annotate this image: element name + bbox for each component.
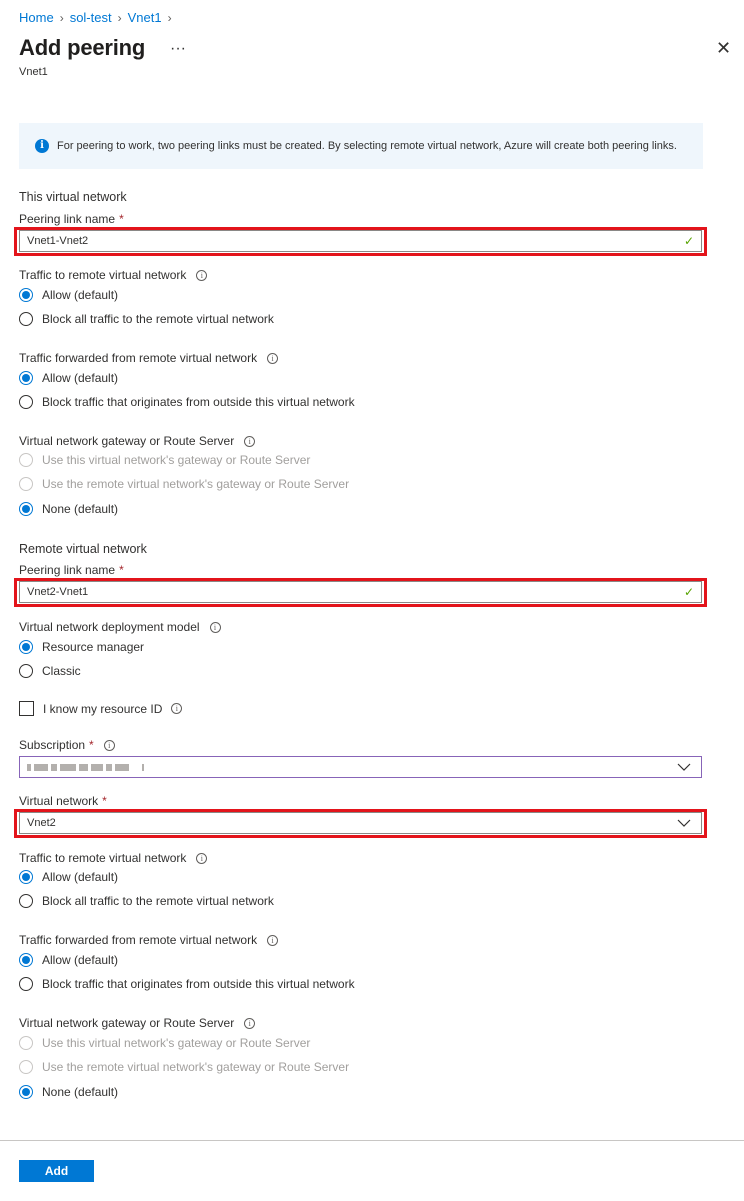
radio-allow[interactable]: Allow (default) xyxy=(19,288,118,302)
radio-use-this-gateway: Use this virtual network's gateway or Ro… xyxy=(19,1036,310,1050)
virtual-network-label: Virtual network * xyxy=(19,794,107,808)
radio-allow[interactable]: Allow (default) xyxy=(19,870,118,884)
radio-unselected-icon xyxy=(19,312,33,326)
info-icon: i xyxy=(35,139,49,153)
radio-unselected-icon xyxy=(19,894,33,908)
radio-selected-icon xyxy=(19,1085,33,1099)
resource-id-checkbox[interactable]: I know my resource ID i xyxy=(19,701,183,716)
breadcrumb-sol-test[interactable]: sol-test xyxy=(70,10,112,25)
peering-link-name-input[interactable]: Vnet1-Vnet2 ✓ xyxy=(19,230,702,252)
subscription-dropdown[interactable] xyxy=(19,756,702,778)
peering-link-name-label: Peering link name * xyxy=(19,212,124,226)
info-icon[interactable]: i xyxy=(209,621,221,633)
footer-divider xyxy=(0,1140,744,1141)
deployment-model-label: Virtual network deployment model i xyxy=(19,620,221,634)
radio-selected-icon xyxy=(19,288,33,302)
radio-none[interactable]: None (default) xyxy=(19,1085,118,1099)
radio-resource-manager[interactable]: Resource manager xyxy=(19,640,144,654)
radio-allow[interactable]: Allow (default) xyxy=(19,371,118,385)
gateway-label: Virtual network gateway or Route Server … xyxy=(19,434,256,448)
info-icon[interactable]: i xyxy=(244,1017,256,1029)
radio-unselected-icon xyxy=(19,395,33,409)
info-icon[interactable]: i xyxy=(171,703,183,714)
radio-allow[interactable]: Allow (default) xyxy=(19,953,118,967)
radio-use-remote-gateway: Use the remote virtual network's gateway… xyxy=(19,1060,349,1074)
chevron-right-icon: › xyxy=(117,10,122,25)
radio-disabled-icon xyxy=(19,453,33,467)
radio-selected-icon xyxy=(19,371,33,385)
close-icon[interactable]: ✕ xyxy=(716,38,731,59)
chevron-right-icon: › xyxy=(59,10,64,25)
section-this-virtual-network: This virtual network xyxy=(19,190,127,204)
breadcrumb-vnet1[interactable]: Vnet1 xyxy=(128,10,162,25)
breadcrumb: Home › sol-test › Vnet1 › xyxy=(19,10,172,25)
radio-unselected-icon xyxy=(19,977,33,991)
traffic-to-remote-label: Traffic to remote virtual network i xyxy=(19,268,208,282)
chevron-right-icon: › xyxy=(167,10,172,25)
radio-use-this-gateway: Use this virtual network's gateway or Ro… xyxy=(19,453,310,467)
radio-block-all-traffic[interactable]: Block all traffic to the remote virtual … xyxy=(19,312,274,326)
info-icon[interactable]: i xyxy=(103,739,115,751)
remote-gateway-label: Virtual network gateway or Route Server … xyxy=(19,1016,256,1030)
info-icon[interactable]: i xyxy=(267,352,279,364)
remote-traffic-forwarded-label: Traffic forwarded from remote virtual ne… xyxy=(19,933,279,947)
checkbox-icon xyxy=(19,701,34,716)
valid-check-icon: ✓ xyxy=(683,585,694,599)
page-title: Add peering xyxy=(19,35,146,60)
virtual-network-dropdown[interactable]: Vnet2 xyxy=(19,812,702,834)
page-subtitle: Vnet1 xyxy=(19,66,48,78)
more-options-icon[interactable]: ··· xyxy=(170,40,186,58)
radio-none[interactable]: None (default) xyxy=(19,502,118,516)
traffic-forwarded-label: Traffic forwarded from remote virtual ne… xyxy=(19,351,279,365)
redacted-value xyxy=(27,763,144,771)
remote-peering-link-name-label: Peering link name * xyxy=(19,563,124,577)
radio-selected-icon xyxy=(19,870,33,884)
add-button[interactable]: Add xyxy=(19,1160,94,1182)
radio-classic[interactable]: Classic xyxy=(19,664,81,678)
radio-use-remote-gateway: Use the remote virtual network's gateway… xyxy=(19,477,349,491)
breadcrumb-home[interactable]: Home xyxy=(19,10,54,25)
valid-check-icon: ✓ xyxy=(683,234,694,248)
info-icon[interactable]: i xyxy=(244,435,256,447)
info-icon[interactable]: i xyxy=(196,269,208,281)
info-banner-text: For peering to work, two peering links m… xyxy=(57,140,677,152)
radio-disabled-icon xyxy=(19,1060,33,1074)
radio-selected-icon xyxy=(19,502,33,516)
radio-block-outside-traffic[interactable]: Block traffic that originates from outsi… xyxy=(19,395,355,409)
radio-unselected-icon xyxy=(19,664,33,678)
radio-selected-icon xyxy=(19,640,33,654)
subscription-label: Subscription * i xyxy=(19,738,115,752)
section-remote-virtual-network: Remote virtual network xyxy=(19,542,147,556)
radio-disabled-icon xyxy=(19,1036,33,1050)
required-marker: * xyxy=(89,738,94,752)
radio-block-outside-traffic[interactable]: Block traffic that originates from outsi… xyxy=(19,977,355,991)
info-banner: i For peering to work, two peering links… xyxy=(19,123,703,169)
radio-disabled-icon xyxy=(19,477,33,491)
remote-traffic-to-remote-label: Traffic to remote virtual network i xyxy=(19,851,208,865)
chevron-down-icon xyxy=(677,819,691,827)
required-marker: * xyxy=(119,212,124,226)
radio-selected-icon xyxy=(19,953,33,967)
required-marker: * xyxy=(102,794,107,808)
info-icon[interactable]: i xyxy=(267,934,279,946)
remote-peering-link-name-input[interactable]: Vnet2-Vnet1 ✓ xyxy=(19,581,702,603)
info-icon[interactable]: i xyxy=(196,852,208,864)
required-marker: * xyxy=(119,563,124,577)
chevron-down-icon xyxy=(677,763,691,771)
radio-block-all-traffic[interactable]: Block all traffic to the remote virtual … xyxy=(19,894,274,908)
